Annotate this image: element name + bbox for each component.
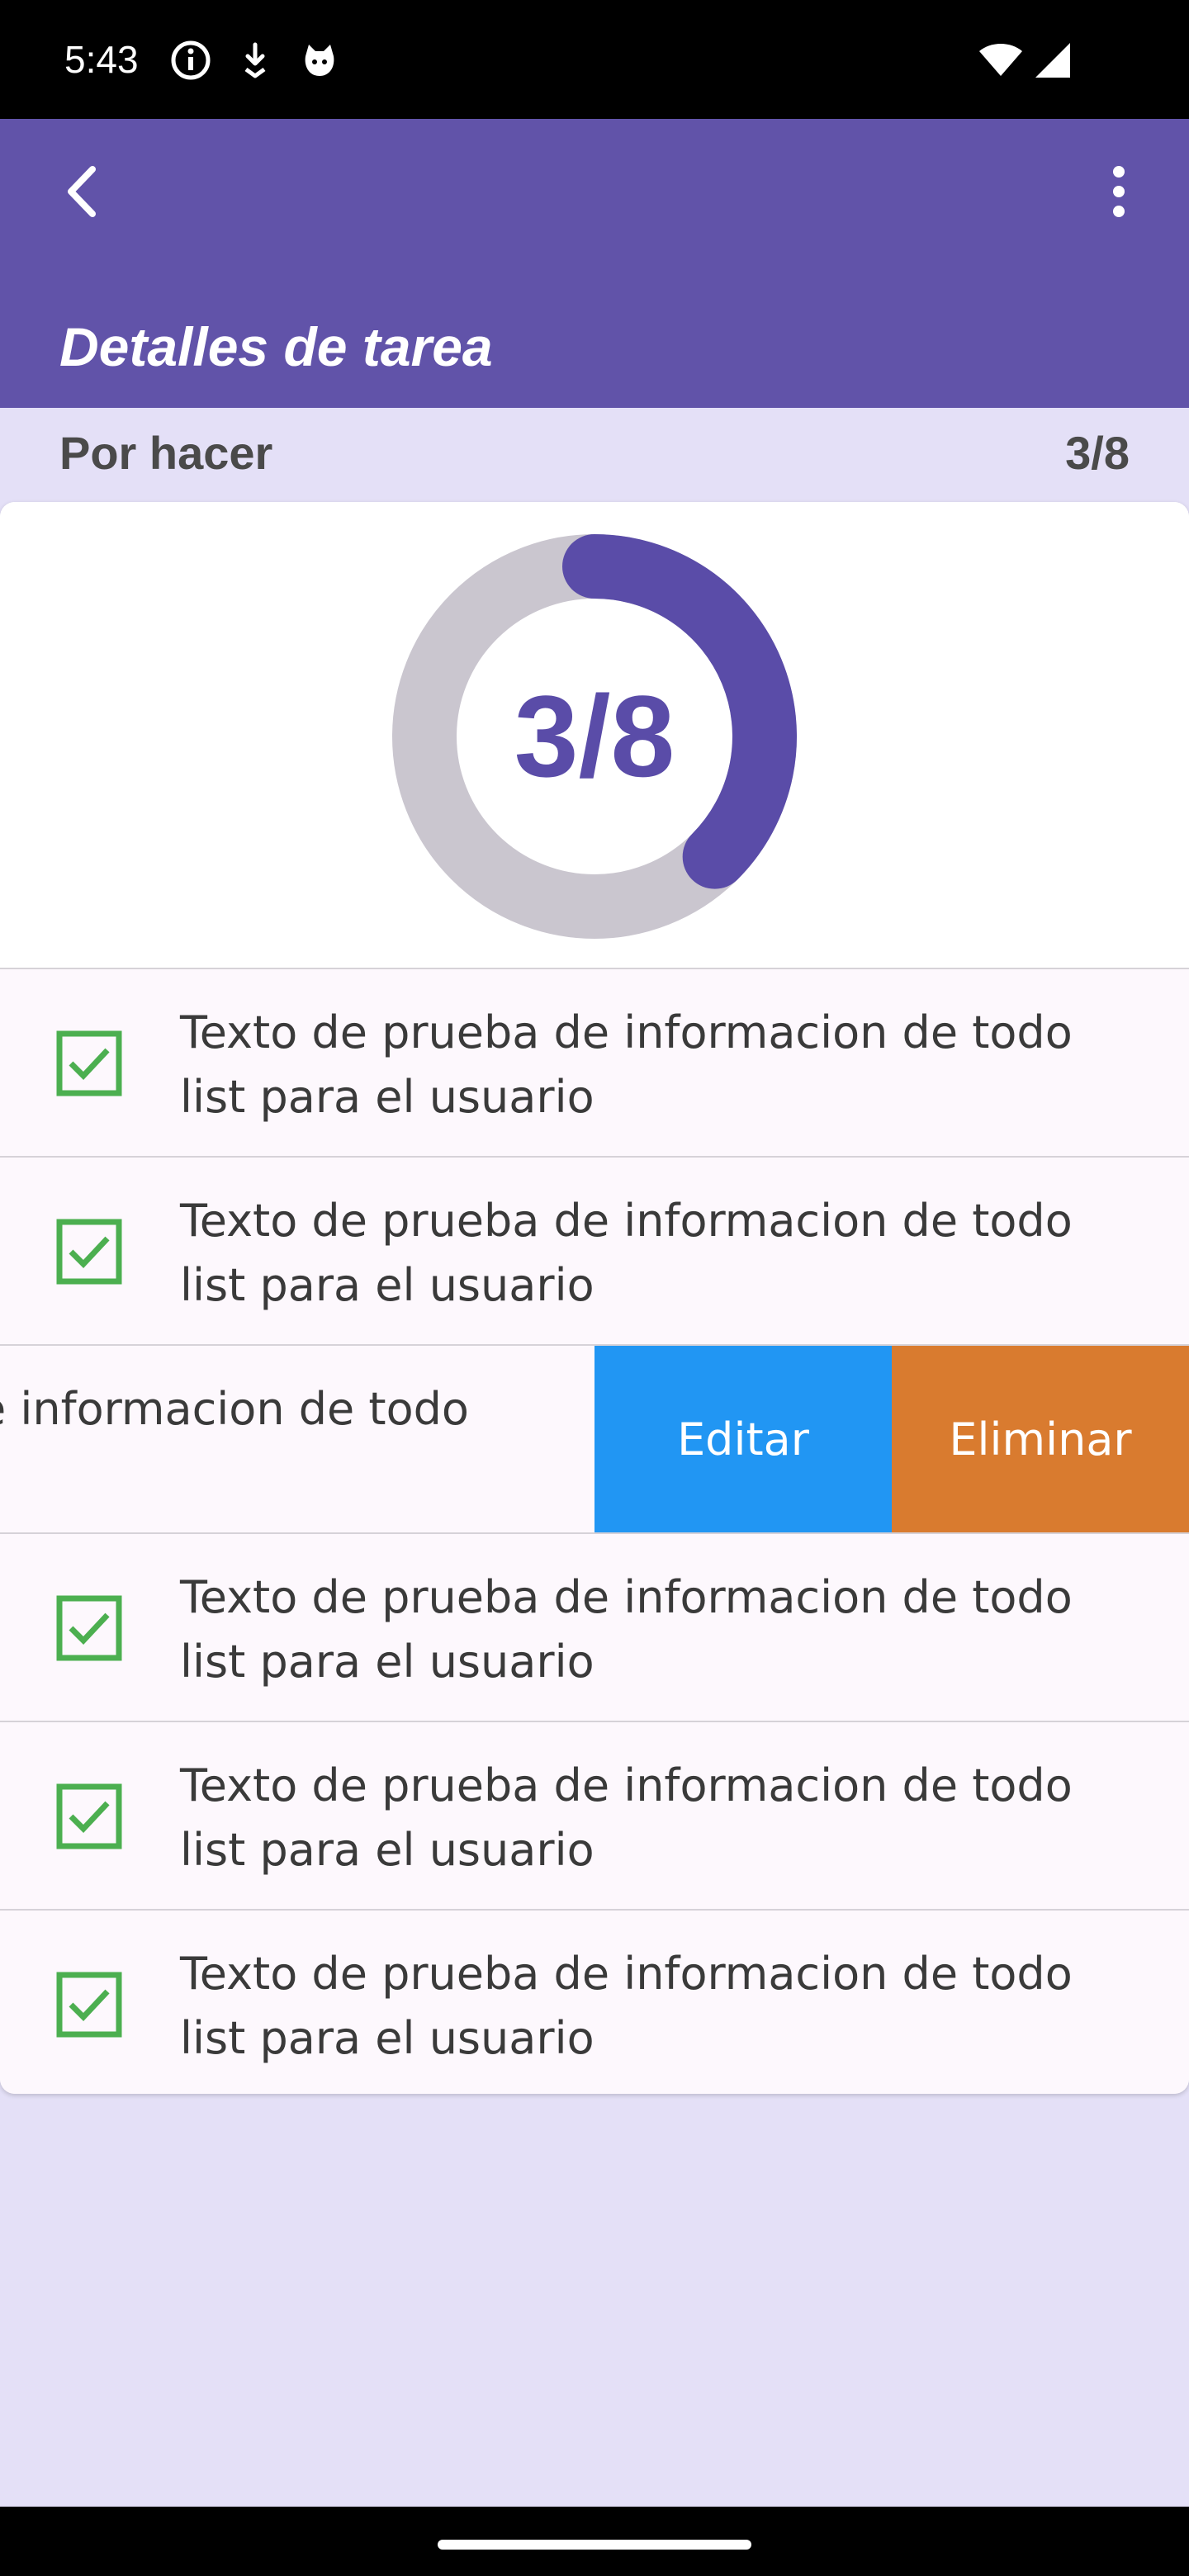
app-bar: Detalles de tarea <box>0 119 1189 408</box>
edit-button[interactable]: Editar <box>594 1346 892 1532</box>
delete-button[interactable]: Eliminar <box>892 1346 1189 1532</box>
todo-text: Texto de prueba de informacion de todo l… <box>180 1571 1073 1688</box>
todo-text: Texto de prueba de informacion de todo l… <box>180 1948 1073 2064</box>
todo-row[interactable]: Texto de prueba de informacion de todo l… <box>0 1156 1189 1344</box>
signal-icon <box>1032 40 1073 81</box>
todo-row-swiped[interactable]: e informacion de todo Editar Eliminar <box>0 1344 1189 1532</box>
page-title: Detalles de tarea <box>59 316 493 377</box>
checkbox-checked-icon[interactable] <box>56 1783 122 1849</box>
home-indicator[interactable] <box>438 2540 751 2550</box>
wifi-icon <box>978 40 1024 81</box>
more-vertical-icon <box>1111 165 1127 222</box>
checkbox-checked-icon[interactable] <box>56 1595 122 1661</box>
todo-text: e informacion de todo <box>0 1383 469 1435</box>
info-icon <box>170 40 211 81</box>
todo-row[interactable]: Texto de prueba de informacion de todo l… <box>0 1909 1189 2094</box>
todo-text: Texto de prueba de informacion de todo l… <box>180 1759 1073 1876</box>
checkbox-checked-icon[interactable] <box>56 1219 122 1285</box>
back-chevron-icon <box>58 163 107 225</box>
todo-row[interactable]: Texto de prueba de informacion de todo l… <box>0 1721 1189 1909</box>
checkbox-checked-icon[interactable] <box>56 1972 122 2038</box>
todo-text: Texto de prueba de informacion de todo l… <box>180 1006 1073 1123</box>
cat-icon <box>299 40 340 81</box>
more-options-button[interactable] <box>1086 160 1152 226</box>
todo-row[interactable]: Texto de prueba de informacion de todo l… <box>0 1532 1189 1721</box>
task-card: 3/8 Texto de prueba de informacion de to… <box>0 502 1189 2094</box>
todo-row[interactable]: Texto de prueba de informacion de todo l… <box>0 968 1189 1156</box>
back-button[interactable] <box>50 160 116 226</box>
navigation-bar <box>0 2507 1189 2576</box>
progress-label: 3/8 <box>514 671 675 801</box>
status-bar: 5:43 <box>0 0 1189 119</box>
checkbox-checked-icon[interactable] <box>56 1030 122 1096</box>
section-header: Por hacer 3/8 <box>0 408 1189 500</box>
section-count: 3/8 <box>1065 427 1130 479</box>
todo-text: Texto de prueba de informacion de todo l… <box>180 1195 1073 1311</box>
section-label: Por hacer <box>59 427 273 479</box>
status-time: 5:43 <box>64 38 139 81</box>
download-icon <box>234 40 276 81</box>
progress-area: 3/8 <box>0 502 1189 968</box>
